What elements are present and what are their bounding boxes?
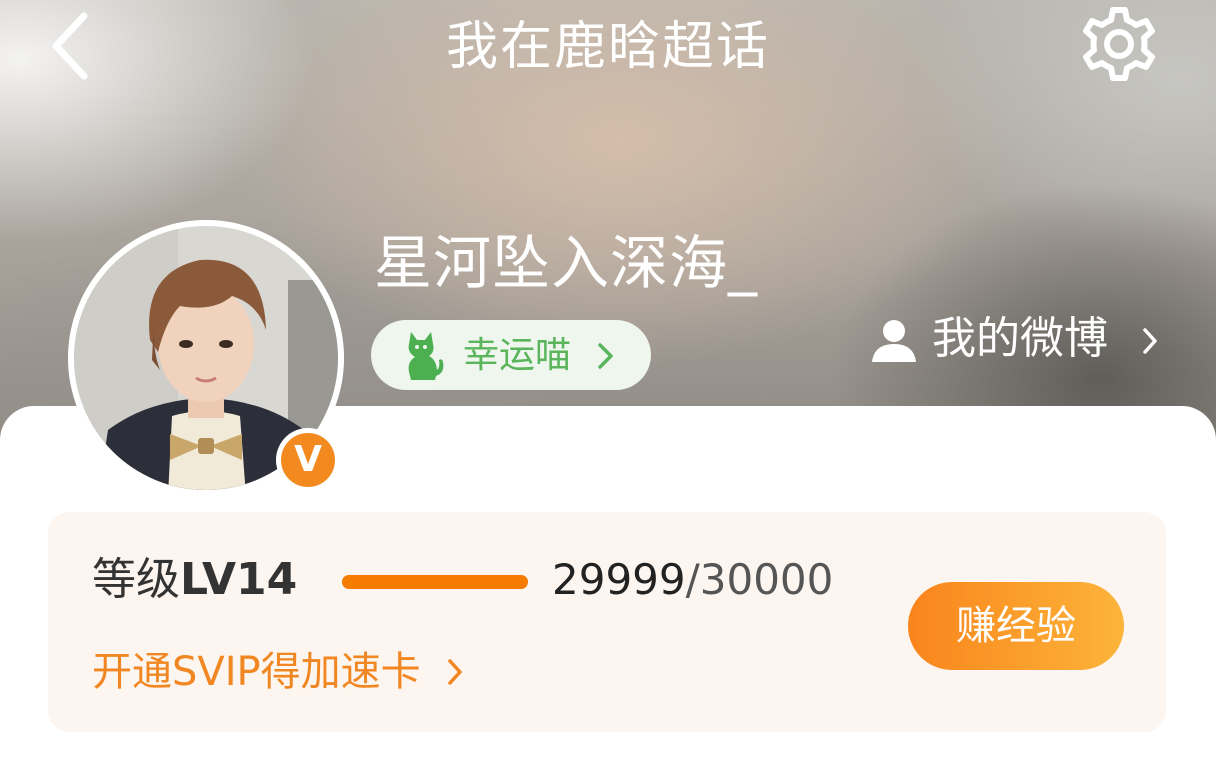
level-prefix: 等级 xyxy=(92,554,180,605)
exp-progress-bar xyxy=(342,575,528,589)
svip-link-label: 开通SVIP得加速卡 xyxy=(92,649,421,695)
settings-button[interactable] xyxy=(1074,0,1164,90)
level-label: 等级LV14 xyxy=(92,550,297,610)
page-title: 我在鹿晗超话 xyxy=(445,17,770,77)
cat-icon xyxy=(408,332,444,380)
current-exp: 29999 xyxy=(552,555,686,604)
exp-text: 29999/30000 xyxy=(552,550,833,610)
verified-badge: V xyxy=(276,428,340,492)
lucky-cat-badge[interactable]: 幸运喵 xyxy=(371,320,651,390)
earn-exp-button[interactable]: 赚经验 xyxy=(908,582,1124,670)
badge-label: 幸运喵 xyxy=(463,335,572,376)
chevron-right-icon xyxy=(1143,328,1157,354)
verified-v-icon: V xyxy=(281,433,335,487)
total-exp: /30000 xyxy=(685,555,834,604)
chevron-right-icon xyxy=(448,659,462,685)
chevron-right-icon xyxy=(598,343,613,369)
level-value: LV14 xyxy=(180,554,298,605)
svip-link[interactable]: 开通SVIP得加速卡 xyxy=(92,642,462,702)
screen: 我在鹿晗超话 星河坠入深海_ 幸运喵 我的微博 V 等级LV14 29999/3… xyxy=(0,0,1216,784)
person-icon xyxy=(872,320,916,362)
my-weibo-label: 我的微博 xyxy=(932,313,1108,364)
gear-icon xyxy=(1083,7,1155,81)
exp-progress-fill xyxy=(342,575,528,589)
username: 星河坠入深海_ xyxy=(374,229,759,297)
level-card: 等级LV14 29999/30000 赚经验 开通SVIP得加速卡 xyxy=(48,512,1166,732)
